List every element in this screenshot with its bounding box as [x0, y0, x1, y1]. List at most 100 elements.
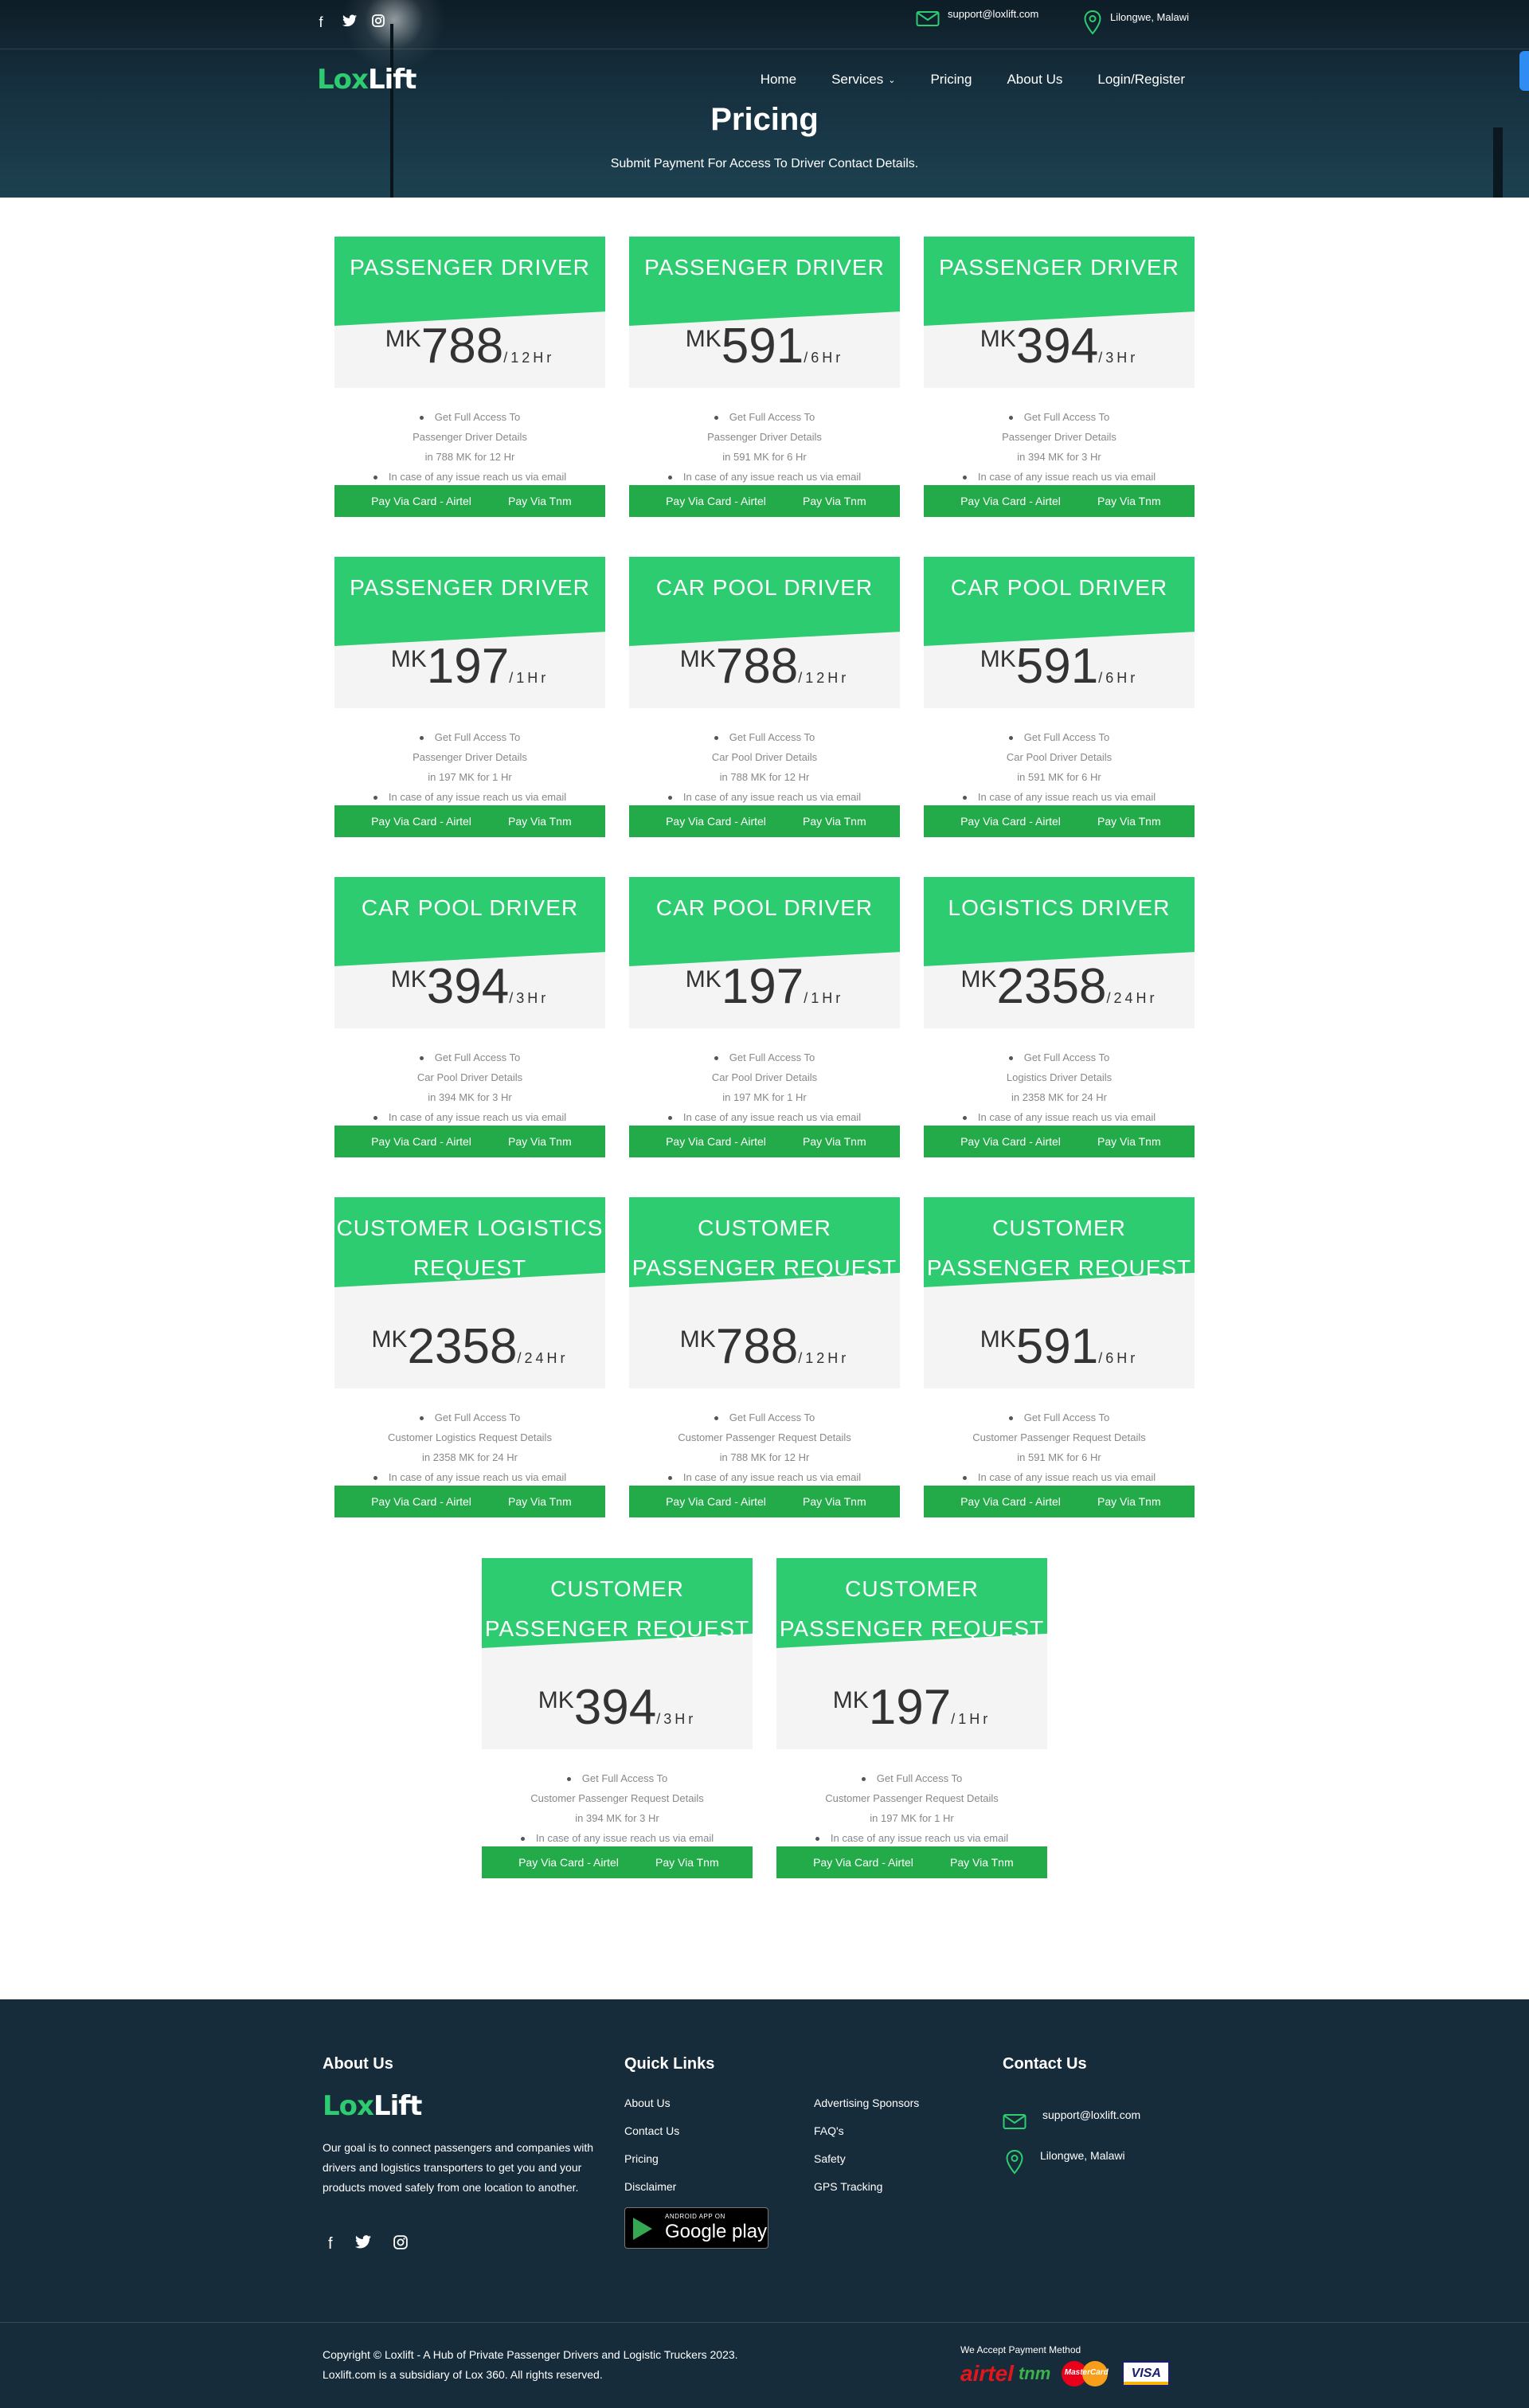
pay-tnm-button[interactable]: Pay Via Tnm	[1094, 1126, 1174, 1157]
pay-card-airtel-button[interactable]: Pay Via Card - Airtel	[776, 1846, 947, 1878]
card-feature-line: in 197 MK for 1 Hr	[722, 1091, 807, 1103]
pay-card-airtel-button[interactable]: Pay Via Card - Airtel	[629, 1486, 800, 1517]
twitter-icon[interactable]	[342, 14, 357, 30]
pay-card-airtel-button[interactable]: Pay Via Card - Airtel	[924, 1486, 1094, 1517]
card-features: Get Full Access To Customer Passenger Req…	[482, 1768, 753, 1848]
card-amount: 591	[1015, 639, 1099, 694]
pricing-card: PASSENGER DRIVER MK394/3Hr Get Full Access…	[924, 237, 1195, 517]
card-currency: MK	[679, 1326, 716, 1353]
pay-tnm-button[interactable]: Pay Via Tnm	[652, 1846, 732, 1878]
card-feature-text: Get Full Access To	[434, 1051, 521, 1063]
card-feature-text: Get Full Access To	[434, 1412, 521, 1423]
card-feature-text: In case of any issue reach us via email	[682, 1471, 862, 1483]
pay-card-airtel-button[interactable]: Pay Via Card - Airtel	[334, 1126, 505, 1157]
card-price: MK788/12Hr	[629, 638, 900, 695]
pay-tnm-button[interactable]: Pay Via Tnm	[505, 1486, 585, 1517]
footer-email[interactable]: support@loxlift.com	[1003, 2108, 1140, 2130]
nav-login[interactable]: Login/Register	[1097, 72, 1185, 88]
card-currency: MK	[390, 646, 427, 672]
pay-tnm-button[interactable]: Pay Via Tnm	[800, 805, 879, 837]
footer-divider	[0, 2322, 1529, 2323]
pay-card-airtel-button[interactable]: Pay Via Card - Airtel	[334, 1486, 505, 1517]
pay-tnm-button[interactable]: Pay Via Tnm	[505, 485, 585, 517]
footer-link-gps[interactable]: GPS Tracking	[814, 2180, 882, 2193]
card-period: /24Hr	[517, 1350, 569, 1366]
instagram-icon[interactable]	[371, 14, 385, 30]
nav-pricing[interactable]: Pricing	[930, 72, 972, 88]
footer-link-safety[interactable]: Safety	[814, 2152, 846, 2165]
pay-tnm-button[interactable]: Pay Via Tnm	[800, 485, 879, 517]
card-title: CAR POOL DRIVER	[361, 895, 579, 920]
pay-card-airtel-button[interactable]: Pay Via Card - Airtel	[924, 1126, 1094, 1157]
card-amount: 788	[715, 639, 799, 694]
pay-tnm-button[interactable]: Pay Via Tnm	[947, 1846, 1027, 1878]
card-period: /3Hr	[656, 1711, 697, 1727]
facebook-icon[interactable]: f	[314, 14, 328, 30]
card-payment-buttons: Pay Via Card - Airtel Pay Via Tnm	[924, 1486, 1195, 1517]
card-feature-line: in 591 MK for 6 Hr	[722, 451, 807, 463]
card-features: Get Full Access To Passenger Driver Detai…	[924, 407, 1195, 487]
pay-tnm-button[interactable]: Pay Via Tnm	[505, 805, 585, 837]
logo-lox: Lox	[317, 64, 369, 96]
header-email[interactable]: support@loxlift.com	[916, 8, 1038, 27]
card-feature-text: Get Full Access To	[729, 731, 815, 743]
card-title: PASSENGER DRIVER	[350, 255, 590, 280]
card-feature-item: In case of any issue reach us via email	[334, 1467, 605, 1487]
card-amount: 788	[420, 319, 504, 374]
card-feature-line: Passenger Driver Details	[413, 431, 527, 443]
footer-link-advertising[interactable]: Advertising Sponsors	[814, 2097, 919, 2109]
card-feature-text: In case of any issue reach us via email	[388, 1471, 567, 1483]
pay-tnm-button[interactable]: Pay Via Tnm	[1094, 805, 1174, 837]
footer-link-contact[interactable]: Contact Us	[624, 2124, 679, 2137]
pay-card-airtel-button[interactable]: Pay Via Card - Airtel	[334, 805, 505, 837]
pay-tnm-button[interactable]: Pay Via Tnm	[505, 1126, 585, 1157]
footer-link-disclaimer[interactable]: Disclaimer	[624, 2180, 676, 2193]
site-logo[interactable]: LoxLift	[317, 64, 416, 96]
footer-link-pricing[interactable]: Pricing	[624, 2152, 659, 2165]
side-tab[interactable]	[1519, 51, 1529, 91]
card-feature-text: Get Full Access To	[1023, 1051, 1110, 1063]
pay-card-airtel-button[interactable]: Pay Via Card - Airtel	[482, 1846, 652, 1878]
nav-services[interactable]: Services ⌄	[831, 72, 895, 88]
facebook-icon[interactable]: f	[328, 2235, 333, 2254]
card-title: PASSENGER DRIVER	[939, 255, 1179, 280]
twitter-icon[interactable]	[354, 2235, 371, 2254]
pay-card-airtel-button[interactable]: Pay Via Card - Airtel	[924, 485, 1094, 517]
nav-about[interactable]: About Us	[1007, 72, 1062, 88]
map-pin-icon	[1084, 10, 1101, 35]
card-feature-line: Passenger Driver Details	[413, 751, 527, 763]
card-amount: 2358	[407, 1319, 518, 1374]
footer-link-about[interactable]: About Us	[624, 2097, 671, 2109]
card-feature-item: In case of any issue reach us via email	[629, 1467, 900, 1487]
card-payment-buttons: Pay Via Card - Airtel Pay Via Tnm	[924, 805, 1195, 837]
card-payment-buttons: Pay Via Card - Airtel Pay Via Tnm	[334, 485, 605, 517]
google-play-big-text: Google play	[665, 2221, 768, 2242]
card-title: CUSTOMER PASSENGER REQUEST	[779, 1576, 1045, 1641]
card-price: MK2358/24Hr	[924, 958, 1195, 1015]
footer-logo[interactable]: LoxLift	[323, 2090, 422, 2122]
card-amount: 591	[1015, 1319, 1099, 1374]
pay-tnm-button[interactable]: Pay Via Tnm	[1094, 1486, 1174, 1517]
card-title: CUSTOMER LOGISTICS REQUEST	[336, 1216, 604, 1280]
pay-tnm-button[interactable]: Pay Via Tnm	[800, 1486, 879, 1517]
card-feature-text: Get Full Access To	[729, 1412, 815, 1423]
card-feature-item: In case of any issue reach us via email	[629, 787, 900, 807]
pay-card-airtel-button[interactable]: Pay Via Card - Airtel	[924, 805, 1094, 837]
footer-about-title: About Us	[323, 2055, 393, 2073]
pay-tnm-button[interactable]: Pay Via Tnm	[800, 1126, 879, 1157]
card-feature-line: Customer Logistics Request Details	[388, 1431, 552, 1443]
pay-tnm-button[interactable]: Pay Via Tnm	[1094, 485, 1174, 517]
nav-home[interactable]: Home	[761, 72, 796, 88]
instagram-icon[interactable]	[393, 2235, 408, 2254]
card-feature-line: Car Pool Driver Details	[416, 1071, 523, 1083]
pricing-card: CAR POOL DRIVER MK591/6Hr Get Full Access …	[924, 557, 1195, 837]
page-header: f support@loxlift.com Lilongwe, Malawi L…	[0, 0, 1529, 198]
footer-link-faqs[interactable]: FAQ's	[814, 2124, 844, 2137]
pay-card-airtel-button[interactable]: Pay Via Card - Airtel	[629, 805, 800, 837]
card-amount: 591	[721, 319, 804, 374]
pay-card-airtel-button[interactable]: Pay Via Card - Airtel	[334, 485, 505, 517]
pay-card-airtel-button[interactable]: Pay Via Card - Airtel	[629, 1126, 800, 1157]
google-play-badge[interactable]: ANDROID APP ON Google play	[624, 2207, 768, 2249]
pay-card-airtel-button[interactable]: Pay Via Card - Airtel	[629, 485, 800, 517]
card-currency: MK	[385, 326, 421, 352]
